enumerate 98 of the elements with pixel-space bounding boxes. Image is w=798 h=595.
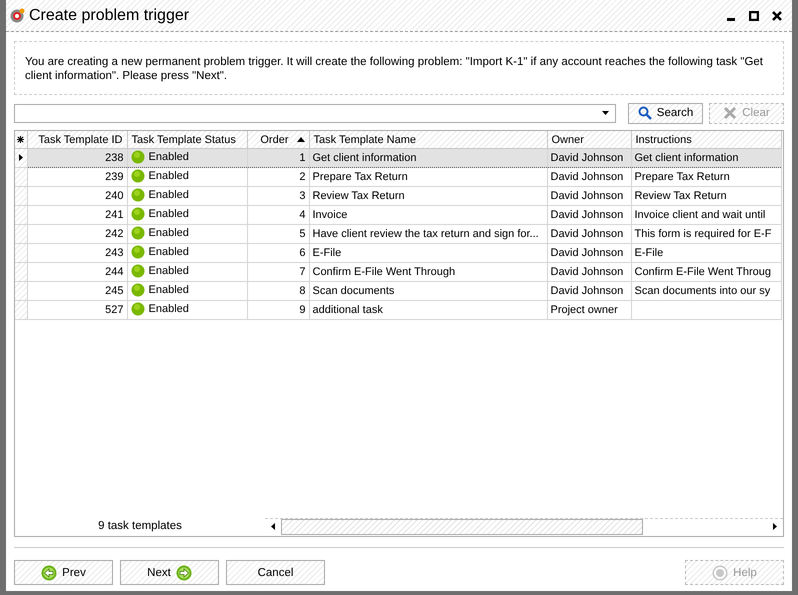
window-title: Create problem trigger	[29, 6, 190, 24]
table-cell: additional task	[312, 304, 383, 316]
table-row[interactable]: 238 Enabled 1 Get client information David Johnson Get client information	[15, 148, 781, 168]
status-dot-icon	[130, 226, 144, 240]
status-dot-icon	[130, 264, 144, 278]
table-cell: Project owner	[550, 304, 618, 316]
table-cell: E-File	[634, 247, 664, 259]
table-cell: Enabled	[148, 150, 189, 162]
table-cell: Enabled	[148, 284, 189, 296]
table-row[interactable]: 242 Enabled 5 Have client review the tax return and sign for... David Johnson This form is required for E-F	[15, 224, 781, 244]
table-cell: Confirm E-File Went Through	[312, 266, 456, 278]
table-cell: Enabled	[148, 246, 189, 258]
column-header[interactable]: Instructions	[631, 131, 781, 148]
table-cell: Prepare Tax Return	[312, 171, 408, 183]
table-cell: Prepare Tax Return	[634, 171, 730, 183]
table-cell: E-File	[312, 247, 342, 259]
table-cell: 2	[299, 171, 306, 183]
table-cell: 242	[105, 228, 124, 240]
table-row[interactable]: 244 Enabled 7 Confirm E-File Went Through David Johnson Confirm E-File Went Throug	[15, 262, 781, 282]
table-cell: Get client information	[312, 152, 416, 164]
table-cell: 7	[299, 266, 306, 278]
cancel-button[interactable]: Cancel	[226, 560, 325, 585]
status-dot-icon	[130, 282, 144, 296]
table-cell: 4	[299, 209, 306, 221]
horizontal-scrollbar[interactable]	[265, 518, 783, 534]
search-button[interactable]: Search	[628, 102, 703, 124]
table-row[interactable]: 527 Enabled 9 additional task Project owner	[15, 300, 781, 320]
table-cell: Enabled	[148, 188, 189, 200]
table-row[interactable]: 240 Enabled 3 Review Tax Return David Johnson Review Tax Return	[15, 186, 781, 206]
column-header[interactable]: Task Template Status	[127, 131, 247, 148]
status-dot-icon	[130, 188, 144, 202]
column-header[interactable]: Task Template Name	[309, 131, 547, 148]
table-cell: Have client review the tax return and sign for...	[312, 228, 539, 240]
table-cell: David Johnson	[550, 285, 624, 297]
column-header[interactable]: Task Template ID	[27, 131, 127, 148]
table-cell: 3	[299, 190, 306, 202]
scrollbar-thumb[interactable]	[281, 518, 643, 534]
table-cell: 5	[299, 228, 306, 240]
table-cell: David Johnson	[550, 209, 624, 221]
scroll-right-icon[interactable]	[773, 523, 777, 530]
table-cell: Confirm E-File Went Throug	[634, 266, 772, 278]
next-button[interactable]: Next	[120, 560, 219, 585]
table-row[interactable]: 239 Enabled 2 Prepare Tax Return David Johnson Prepare Tax Return	[15, 168, 781, 186]
table-row[interactable]: 243 Enabled 6 E-File David Johnson E-File	[15, 244, 781, 262]
search-icon	[638, 106, 652, 120]
table-cell: 241	[105, 209, 124, 221]
table-cell: 244	[105, 266, 124, 278]
table-cell: 9	[299, 304, 306, 316]
table-cell: Scan documents into our sy	[634, 285, 770, 297]
table-cell: Scan documents	[312, 285, 394, 297]
asterisk-icon	[17, 136, 24, 142]
table-row[interactable]: 241 Enabled 4 Invoice David Johnson Invoice client and wait until	[15, 206, 781, 224]
forward-arrow-icon	[176, 564, 192, 580]
table-cell: Invoice client and wait until	[634, 209, 766, 221]
maximize-icon[interactable]	[749, 10, 759, 20]
table-cell: Enabled	[148, 302, 189, 314]
table-cell: Enabled	[148, 208, 189, 220]
table-cell: 239	[105, 171, 124, 183]
status-dot-icon	[130, 206, 144, 220]
prev-button[interactable]: Prev	[14, 560, 113, 585]
table-cell: Enabled	[148, 226, 189, 238]
table-row[interactable]: 245 Enabled 8 Scan documents David Johnson Scan documents into our sy	[15, 282, 781, 300]
table-cell: This form is required for E-F	[634, 228, 772, 240]
table-cell: Enabled	[148, 264, 189, 276]
message-text: You are creating a new permanent problem trigger. It will create the following problem: "Import K-1" if any account reaches the following task "Get client information". Please press "Next".	[25, 56, 763, 82]
status-dot-icon	[130, 168, 144, 182]
close-icon[interactable]	[772, 10, 782, 20]
status-dot-icon	[130, 244, 144, 258]
table-cell: Review Tax Return	[634, 190, 727, 202]
close-icon	[723, 106, 738, 120]
table-cell: Get client information	[634, 152, 738, 164]
table-cell: David Johnson	[550, 247, 624, 259]
table-cell: 8	[299, 285, 306, 297]
table-cell: David Johnson	[550, 171, 624, 183]
dropdown-icon[interactable]	[602, 111, 609, 115]
table-cell: 243	[105, 247, 124, 259]
table-cell: 245	[105, 285, 124, 297]
scroll-left-icon[interactable]	[271, 523, 275, 530]
table-cell: 6	[299, 247, 306, 259]
table-cell: 1	[299, 152, 306, 164]
row-pointer-icon	[18, 154, 23, 161]
status-dot-icon	[130, 302, 144, 316]
table-cell: David Johnson	[550, 152, 624, 164]
column-header[interactable]: Order	[247, 131, 309, 148]
table-cell: 240	[105, 190, 124, 202]
table-cell: Review Tax Return	[312, 190, 405, 202]
table-cell: 527	[105, 304, 124, 316]
table-cell: David Johnson	[550, 190, 624, 202]
table-cell: 238	[105, 152, 124, 164]
search-field[interactable]	[14, 104, 616, 122]
table-cell: David Johnson	[550, 228, 624, 240]
back-arrow-icon	[41, 564, 58, 580]
status-dot-icon	[130, 150, 144, 164]
table-cell: David Johnson	[550, 266, 624, 278]
table-cell: Enabled	[148, 170, 189, 182]
table-cell: Invoice	[312, 209, 348, 221]
record-count: 9 task templates	[97, 520, 183, 532]
column-header[interactable]: Owner	[547, 131, 631, 148]
